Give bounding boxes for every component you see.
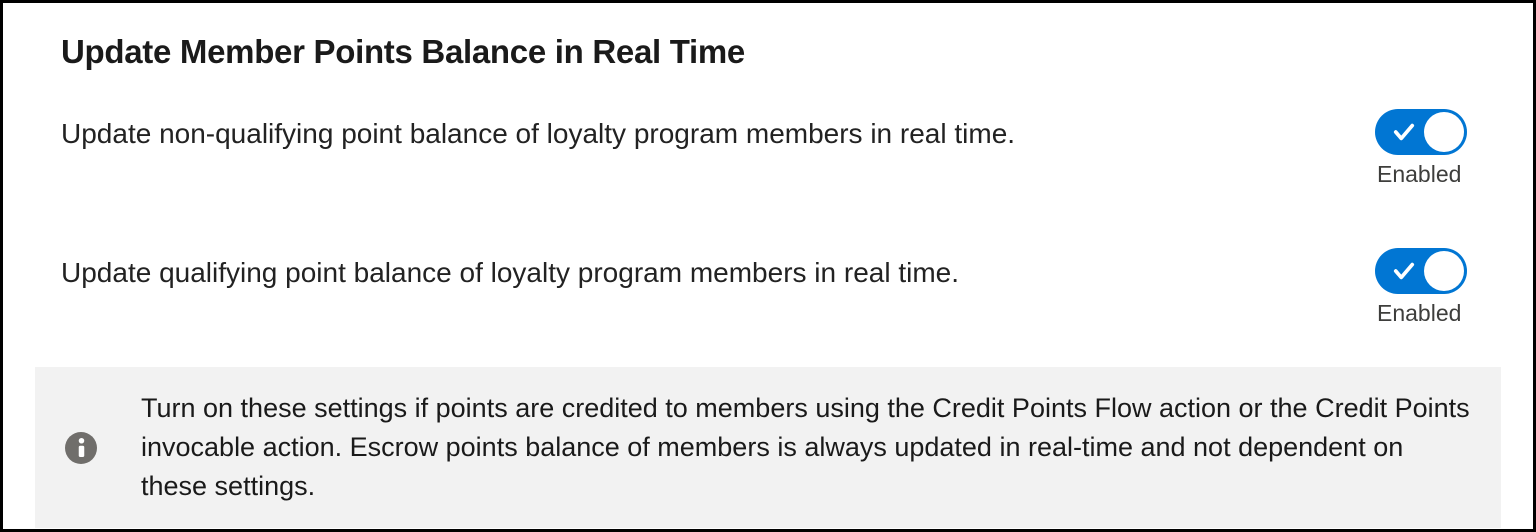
toggle-qualifying[interactable] [1375,248,1467,294]
setting-row-non-qualifying: Update non-qualifying point balance of l… [61,109,1475,188]
setting-row-qualifying: Update qualifying point balance of loyal… [61,248,1475,327]
settings-panel: Update Member Points Balance in Real Tim… [0,0,1536,532]
section-title: Update Member Points Balance in Real Tim… [61,33,1475,71]
toggle-knob [1424,251,1464,291]
check-icon [1393,121,1415,143]
info-icon [65,432,97,464]
info-box: Turn on these settings if points are cre… [35,367,1501,528]
check-icon [1393,260,1415,282]
toggle-col-non-qualifying: Enabled [1375,109,1467,188]
toggle-non-qualifying[interactable] [1375,109,1467,155]
toggle-status-non-qualifying: Enabled [1377,161,1461,188]
info-text: Turn on these settings if points are cre… [141,389,1473,506]
toggle-col-qualifying: Enabled [1375,248,1467,327]
setting-label-non-qualifying: Update non-qualifying point balance of l… [61,109,1015,153]
setting-label-qualifying: Update qualifying point balance of loyal… [61,248,959,292]
toggle-knob [1424,112,1464,152]
toggle-status-qualifying: Enabled [1377,300,1461,327]
